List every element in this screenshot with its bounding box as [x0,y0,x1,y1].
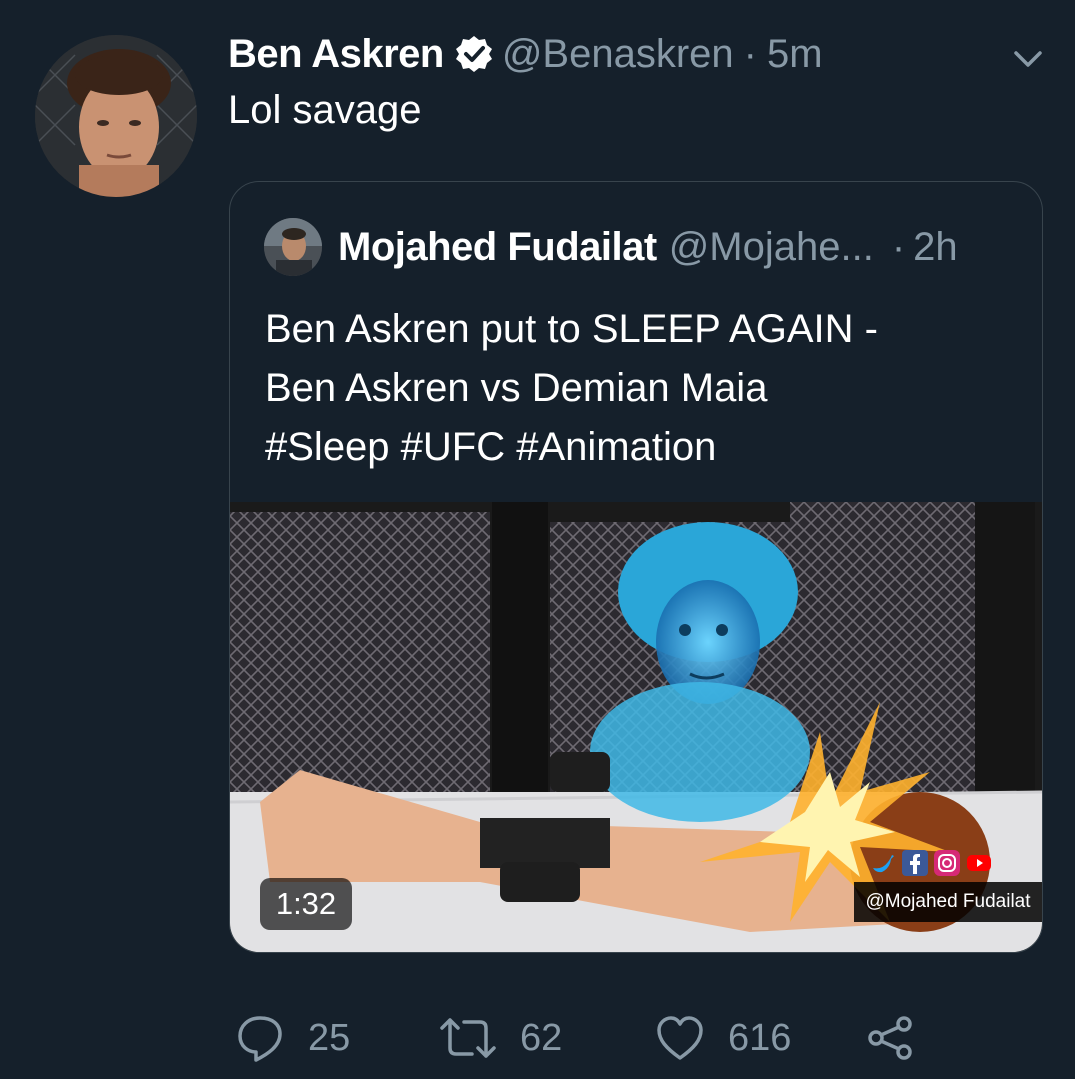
reply-icon [238,1016,282,1062]
verified-icon [454,34,494,74]
quoted-text-line: Ben Askren vs Demian Maia [265,366,768,410]
tweet-actions: 25 62 616 [0,1010,1075,1066]
share-icon [868,1016,912,1060]
retweet-icon [440,1018,496,1058]
quoted-text: Ben Askren put to SLEEP AGAIN - Ben Askr… [265,300,1005,477]
share-button[interactable] [866,1010,914,1066]
tweet-time[interactable]: 5m [767,32,823,77]
quoted-author-name[interactable]: Mojahed Fudailat [338,225,657,270]
youtube-icon [966,850,992,876]
quoted-header: Mojahed Fudailat @Mojahe... · 2h [338,220,958,274]
quoted-text-line: #Sleep #UFC #Animation [265,425,717,469]
author-avatar[interactable] [35,35,197,197]
reply-button[interactable]: 25 [236,1010,350,1066]
author-name[interactable]: Ben Askren [228,32,444,77]
instagram-icon [934,850,960,876]
header-separator: · [743,31,757,76]
chevron-down-icon[interactable] [1008,38,1048,78]
quoted-time[interactable]: 2h [913,225,958,270]
tweet-header: Ben Askren @Benaskren · 5m [228,26,823,82]
video-player[interactable]: 1:32 @Mojahed Fudailat [230,502,1042,952]
like-count: 616 [728,1016,792,1059]
like-button[interactable]: 616 [656,1010,791,1066]
quoted-separator: · [891,224,906,269]
quoted-text-line: Ben Askren put to SLEEP AGAIN - [265,307,878,351]
reply-count: 25 [308,1016,351,1059]
video-watermark: @Mojahed Fudailat [854,882,1042,922]
author-handle[interactable]: @Benaskren [502,32,734,77]
retweet-count: 62 [520,1016,563,1059]
social-icons [870,850,992,876]
twitter-icon [870,850,896,876]
video-duration-badge: 1:32 [260,878,352,930]
like-icon [657,1016,703,1060]
quoted-tweet[interactable]: Mojahed Fudailat @Mojahe... · 2h Ben Ask… [229,181,1043,953]
quoted-author-handle[interactable]: @Mojahe... [669,225,874,270]
facebook-icon [902,850,928,876]
tweet-text: Lol savage [228,88,422,132]
retweet-button[interactable]: 62 [440,1010,562,1066]
quoted-author-avatar[interactable] [264,218,322,276]
